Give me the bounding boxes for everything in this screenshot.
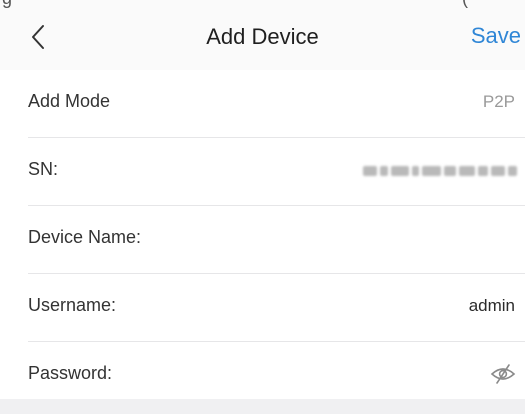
add-mode-row[interactable]: Add Mode P2P <box>28 70 525 138</box>
back-button[interactable] <box>24 20 54 54</box>
add-mode-label: Add Mode <box>28 91 111 111</box>
cropped-text-left: g <box>2 0 12 8</box>
page-title: Add Device <box>206 24 319 49</box>
device-name-row[interactable]: Device Name: <box>28 206 525 274</box>
eye-slash-icon <box>490 364 516 384</box>
username-row[interactable]: Username: admin <box>28 274 525 342</box>
chevron-left-icon <box>32 25 44 49</box>
navigation-bar: Add Device Save <box>0 8 525 71</box>
username-label: Username: <box>28 295 117 315</box>
device-form: Add Mode P2P SN: Device Name: Username: … <box>0 70 525 409</box>
sn-value-blurred <box>363 163 517 179</box>
sn-row[interactable]: SN: <box>28 138 525 206</box>
add-device-screen: g ( Add Device Save Add Mode P2P SN: Dev… <box>0 0 525 414</box>
sn-label: SN: <box>28 159 59 179</box>
page-background-bottom <box>0 399 525 414</box>
device-name-input[interactable] <box>178 220 515 258</box>
password-visibility-toggle[interactable] <box>489 362 517 386</box>
add-mode-value: P2P <box>482 92 515 111</box>
cropped-previous-content: g ( <box>0 0 525 8</box>
device-name-label: Device Name: <box>28 227 142 247</box>
username-value[interactable]: admin <box>469 296 515 316</box>
cropped-text-right: ( <box>462 0 468 8</box>
save-button[interactable]: Save <box>471 23 521 49</box>
password-label: Password: <box>28 363 113 383</box>
